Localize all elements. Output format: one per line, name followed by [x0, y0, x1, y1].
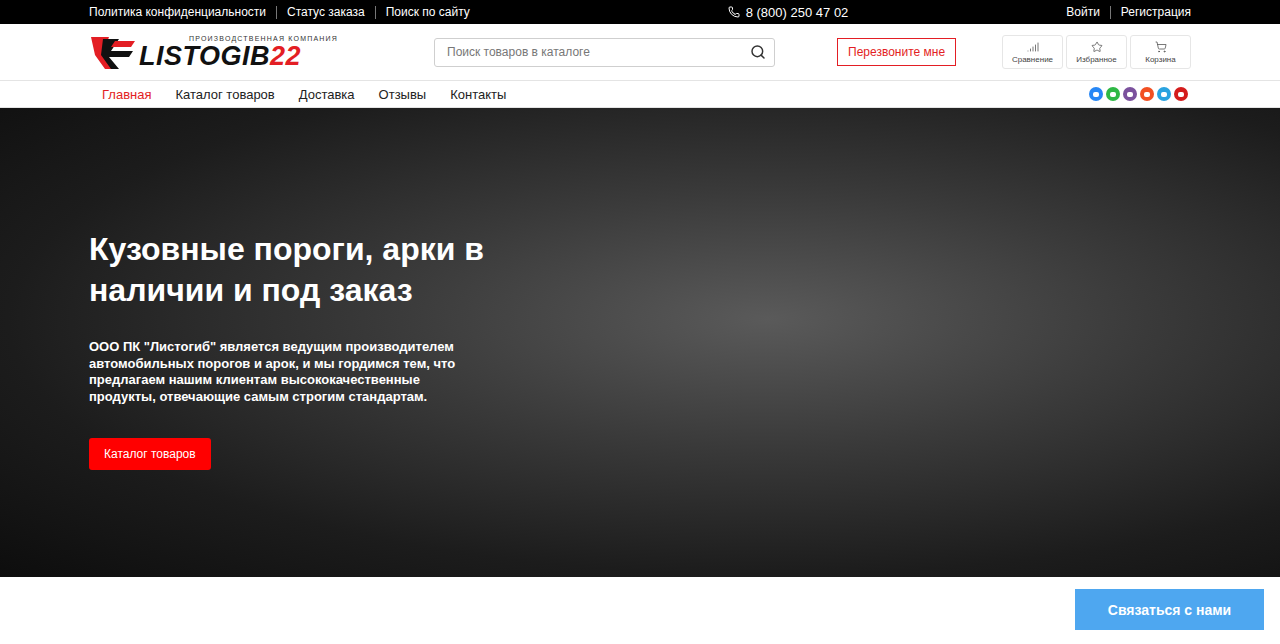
- auth-link[interactable]: Регистрация: [1110, 6, 1191, 19]
- logo-name: LISTOGIB22: [139, 42, 338, 70]
- social-icon[interactable]: [1140, 87, 1154, 101]
- header-action[interactable]: Избранное: [1066, 35, 1127, 69]
- social-icon[interactable]: [1089, 87, 1103, 101]
- nav-link[interactable]: Каталог товаров: [175, 87, 274, 102]
- header-actions: СравнениеИзбранноеКорзина: [1002, 35, 1191, 69]
- social-links: [1089, 87, 1188, 101]
- top-links: Политика конфиденциальностиСтатус заказа…: [89, 6, 470, 19]
- compare-icon: [1027, 41, 1039, 53]
- top-bar: Политика конфиденциальностиСтатус заказа…: [0, 0, 1280, 24]
- social-icon[interactable]: [1174, 87, 1188, 101]
- logo[interactable]: ПРОИЗВОДСТВЕННАЯ КОМПАНИЯLISTOGIB22: [89, 33, 434, 71]
- search-icon[interactable]: [750, 44, 766, 60]
- nav-link[interactable]: Контакты: [450, 87, 506, 102]
- logo-mark-icon: [89, 33, 137, 71]
- nav-link[interactable]: Доставка: [299, 87, 355, 102]
- header-action[interactable]: Сравнение: [1002, 35, 1063, 69]
- logo-tagline: ПРОИЗВОДСТВЕННАЯ КОМПАНИЯ: [139, 35, 338, 42]
- social-icon[interactable]: [1157, 87, 1171, 101]
- hero-title: Кузовные пороги, арки в наличии и под за…: [89, 229, 509, 311]
- callback-button[interactable]: Перезвоните мне: [837, 38, 956, 66]
- contact-button[interactable]: Связаться с нами: [1075, 589, 1264, 630]
- auth-links: ВойтиРегистрация: [1066, 6, 1191, 19]
- header: ПРОИЗВОДСТВЕННАЯ КОМПАНИЯLISTOGIB22 Перез…: [0, 24, 1280, 80]
- search-input[interactable]: [445, 44, 750, 60]
- search-box: [434, 38, 775, 67]
- catalog-button[interactable]: Каталог товаров: [89, 438, 211, 470]
- nav-link[interactable]: Отзывы: [379, 87, 427, 102]
- phone-group: 8 (800) 250 47 02: [470, 5, 1066, 20]
- nav-link[interactable]: Главная: [102, 87, 151, 102]
- header-action[interactable]: Корзина: [1130, 35, 1191, 69]
- hero-text: ООО ПК "Листогиб" является ведущим произ…: [89, 339, 489, 405]
- star-icon: [1091, 41, 1103, 53]
- top-link[interactable]: Поиск по сайту: [375, 6, 470, 19]
- nav-bar: Главная Каталог товаров Доставка Отзывы Конт…: [0, 80, 1280, 108]
- phone-icon: [728, 6, 740, 18]
- top-link[interactable]: Политика конфиденциальности: [89, 6, 276, 19]
- top-link[interactable]: Статус заказа: [276, 6, 375, 19]
- social-icon[interactable]: [1106, 87, 1120, 101]
- hero: Кузовные пороги, арки в наличии и под за…: [0, 108, 1280, 577]
- cart-icon: [1155, 41, 1167, 53]
- phone[interactable]: 8 (800) 250 47 02: [728, 5, 849, 20]
- social-icon[interactable]: [1123, 87, 1137, 101]
- auth-link[interactable]: Войти: [1066, 6, 1110, 19]
